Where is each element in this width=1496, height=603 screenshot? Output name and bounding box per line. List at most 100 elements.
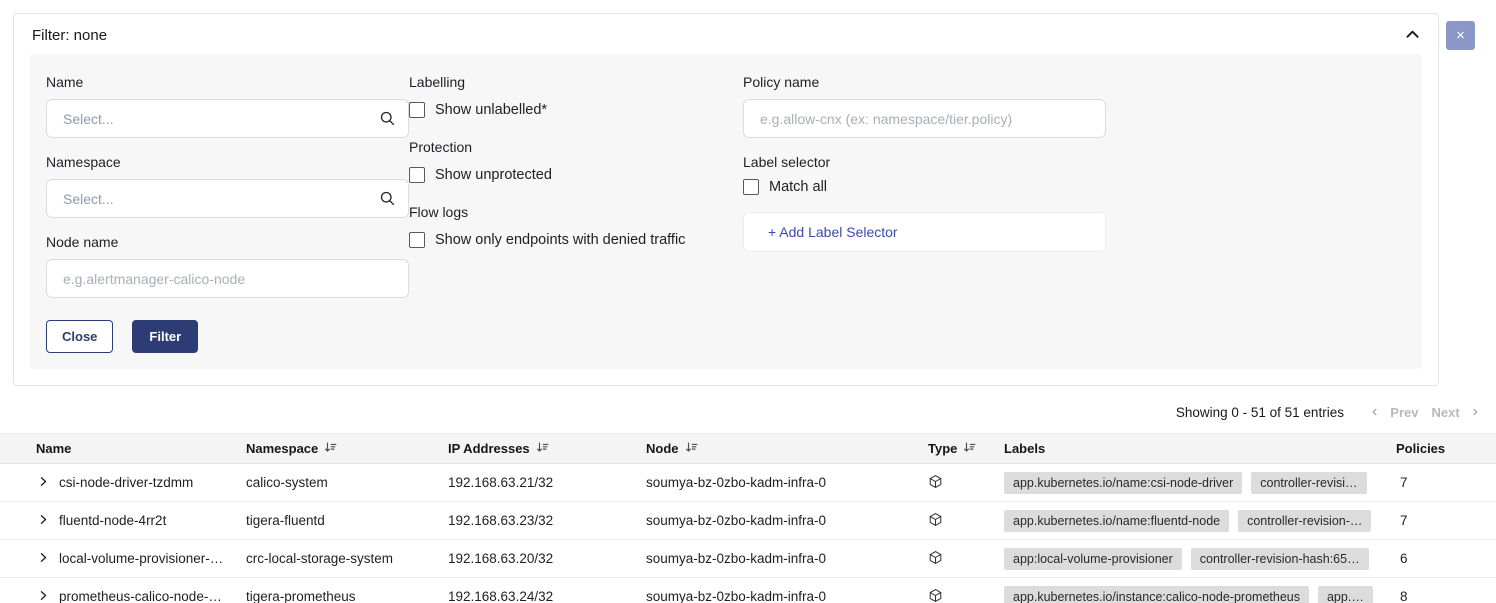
endpoint-ip: 192.168.63.24/32	[448, 589, 646, 603]
policy-name-field-label: Policy name	[743, 74, 1106, 90]
workload-endpoint-icon	[928, 550, 943, 568]
label-chip: app.…	[1318, 586, 1373, 603]
table-row: local-volume-provisioner-… crc-local-sto…	[0, 540, 1496, 578]
chevron-up-icon	[1405, 28, 1420, 44]
label-chip: controller-revisi…	[1251, 472, 1366, 494]
prev-arrow-icon[interactable]: ‹	[1372, 404, 1377, 420]
endpoint-name: local-volume-provisioner-…	[59, 551, 223, 566]
match-all-option[interactable]: Match all	[743, 179, 1106, 195]
denied-traffic-option[interactable]: Show only endpoints with denied traffic	[409, 232, 743, 248]
endpoint-name: csi-node-driver-tzdmm	[59, 475, 193, 490]
endpoint-name: prometheus-calico-node-…	[59, 589, 222, 603]
show-unlabelled-option[interactable]: Show unlabelled*	[409, 102, 743, 118]
filter-form-column-3: Policy name Label selector Match all + A…	[743, 74, 1106, 353]
protection-heading: Protection	[409, 139, 743, 155]
table-row: prometheus-calico-node-… tigera-promethe…	[0, 578, 1496, 603]
endpoints-table: Name Namespace IP Addresses Node Type La…	[0, 433, 1496, 603]
endpoint-node: soumya-bz-0zbo-kadm-infra-0	[646, 513, 928, 528]
endpoint-name: fluentd-node-4rr2t	[59, 513, 166, 528]
denied-traffic-checkbox[interactable]	[409, 232, 425, 248]
policies-count: 7	[1396, 475, 1496, 490]
column-header-node[interactable]: Node	[646, 441, 928, 457]
table-header-row: Name Namespace IP Addresses Node Type La…	[0, 433, 1496, 464]
workload-endpoint-icon	[928, 474, 943, 492]
chevron-right-icon	[38, 551, 49, 566]
policies-count: 7	[1396, 513, 1496, 528]
pager: ‹ Prev Next ›	[1372, 404, 1478, 420]
node-name-input[interactable]	[46, 259, 409, 298]
endpoint-ip: 192.168.63.21/32	[448, 475, 646, 490]
expand-row-button[interactable]	[38, 513, 49, 528]
next-button[interactable]: Next	[1431, 405, 1459, 420]
sort-icon[interactable]	[324, 441, 337, 457]
endpoint-node: soumya-bz-0zbo-kadm-infra-0	[646, 475, 928, 490]
column-header-policies: Policies	[1396, 441, 1496, 456]
endpoint-namespace: calico-system	[246, 475, 448, 490]
filter-panel-header: Filter: none	[30, 27, 1422, 44]
chevron-right-icon	[38, 513, 49, 528]
expand-row-button[interactable]	[38, 475, 49, 490]
label-selector-heading: Label selector	[743, 154, 1106, 170]
prev-button[interactable]: Prev	[1390, 405, 1418, 420]
filter-form: Name Namespace Node name	[30, 54, 1422, 369]
filter-form-column-1: Name Namespace Node name	[46, 74, 409, 353]
sort-icon[interactable]	[536, 441, 549, 457]
collapse-panel-button[interactable]	[1405, 28, 1420, 44]
close-icon: ×	[1456, 28, 1465, 43]
close-button[interactable]: Close	[46, 320, 113, 353]
node-name-field-label: Node name	[46, 234, 409, 250]
endpoint-ip: 192.168.63.20/32	[448, 551, 646, 566]
show-unprotected-checkbox[interactable]	[409, 167, 425, 183]
column-header-name: Name	[0, 441, 246, 456]
show-unlabelled-checkbox[interactable]	[409, 102, 425, 118]
table-row: csi-node-driver-tzdmm calico-system 192.…	[0, 464, 1496, 502]
next-arrow-icon[interactable]: ›	[1473, 404, 1478, 420]
pagination-row: Showing 0 - 51 of 51 entries ‹ Prev Next…	[0, 386, 1496, 433]
chevron-right-icon	[38, 475, 49, 490]
column-header-type[interactable]: Type	[928, 441, 1004, 457]
filter-form-column-2: Labelling Show unlabelled* Protection Sh…	[409, 74, 743, 353]
expand-row-button[interactable]	[38, 551, 49, 566]
label-chip: controller-revision-hash:65…	[1191, 548, 1369, 570]
chevron-right-icon	[38, 589, 49, 603]
name-select-input[interactable]	[46, 99, 409, 138]
namespace-field-label: Namespace	[46, 154, 409, 170]
table-row: fluentd-node-4rr2t tigera-fluentd 192.16…	[0, 502, 1496, 540]
policies-count: 8	[1396, 589, 1496, 603]
flow-logs-heading: Flow logs	[409, 204, 743, 220]
name-field-label: Name	[46, 74, 409, 90]
add-label-selector-button[interactable]: + Add Label Selector	[743, 212, 1106, 252]
entries-summary: Showing 0 - 51 of 51 entries	[1176, 405, 1344, 420]
column-header-namespace[interactable]: Namespace	[246, 441, 448, 457]
label-chip: app.kubernetes.io/instance:calico-node-p…	[1004, 586, 1309, 603]
label-chip: app.kubernetes.io/name:fluentd-node	[1004, 510, 1229, 532]
filter-area: Filter: none Name Names	[0, 0, 1496, 386]
match-all-checkbox[interactable]	[743, 179, 759, 195]
denied-traffic-label: Show only endpoints with denied traffic	[435, 232, 685, 248]
column-header-labels: Labels	[1004, 441, 1396, 456]
show-unprotected-option[interactable]: Show unprotected	[409, 167, 743, 183]
filter-button[interactable]: Filter	[132, 320, 198, 353]
endpoint-node: soumya-bz-0zbo-kadm-infra-0	[646, 589, 928, 603]
match-all-label: Match all	[769, 179, 827, 195]
endpoint-namespace: tigera-fluentd	[246, 513, 448, 528]
expand-row-button[interactable]	[38, 589, 49, 603]
show-unlabelled-label: Show unlabelled*	[435, 102, 547, 118]
endpoint-node: soumya-bz-0zbo-kadm-infra-0	[646, 551, 928, 566]
namespace-select-input[interactable]	[46, 179, 409, 218]
label-chip: controller-revision-…	[1238, 510, 1371, 532]
labelling-heading: Labelling	[409, 74, 743, 90]
sort-icon[interactable]	[685, 441, 698, 457]
policies-count: 6	[1396, 551, 1496, 566]
policy-name-input[interactable]	[743, 99, 1106, 138]
filter-panel: Filter: none Name Names	[13, 13, 1439, 386]
workload-endpoint-icon	[928, 512, 943, 530]
endpoint-namespace: tigera-prometheus	[246, 589, 448, 603]
label-chip: app.kubernetes.io/name:csi-node-driver	[1004, 472, 1242, 494]
filter-title: Filter: none	[32, 27, 107, 44]
workload-endpoint-icon	[928, 588, 943, 603]
sort-icon[interactable]	[963, 441, 976, 457]
dismiss-panel-button[interactable]: ×	[1446, 21, 1475, 50]
column-header-ip-addresses[interactable]: IP Addresses	[448, 441, 646, 457]
label-chip: app:local-volume-provisioner	[1004, 548, 1182, 570]
